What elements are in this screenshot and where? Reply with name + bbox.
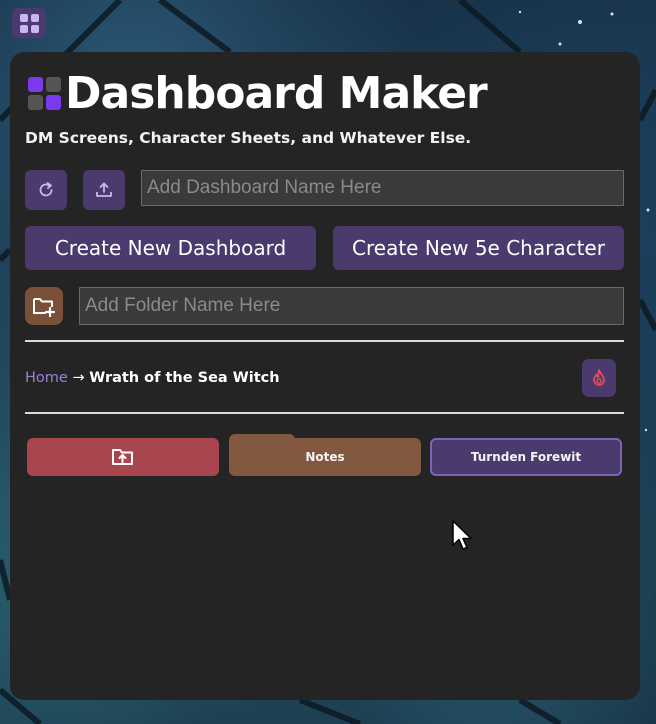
folder-name-input[interactable] (79, 287, 624, 325)
dashboard-label: Turnden Forewit (470, 450, 582, 464)
refresh-icon (39, 182, 53, 197)
parent-folder-button[interactable] (27, 438, 219, 476)
upload-button[interactable] (83, 170, 125, 210)
breadcrumb-home-link[interactable]: Home (25, 370, 68, 386)
divider-top (25, 340, 624, 342)
divider-bottom (25, 412, 624, 414)
folder-up-icon (112, 449, 133, 465)
campaign-action-button[interactable] (582, 359, 616, 397)
folder-label: Notes (305, 450, 345, 464)
logo-icon (28, 77, 61, 110)
folder-item[interactable]: Notes (229, 434, 421, 476)
header: Dashboard Maker (28, 68, 488, 119)
dashboard-name-input[interactable] (141, 170, 624, 206)
breadcrumb-separator: → (72, 370, 85, 386)
main-panel: Dashboard Maker DM Screens, Character Sh… (10, 52, 640, 700)
add-folder-button[interactable] (25, 287, 63, 325)
refresh-button[interactable] (25, 170, 67, 210)
create-dashboard-button[interactable]: Create New Dashboard (25, 226, 316, 270)
page-subtitle: DM Screens, Character Sheets, and Whatev… (25, 129, 472, 147)
breadcrumb: Home → Wrath of the Sea Witch (25, 370, 280, 386)
upload-icon (96, 182, 112, 197)
create-character-button[interactable]: Create New 5e Character (333, 226, 624, 270)
app-menu-button[interactable] (12, 8, 46, 38)
add-folder-icon (33, 298, 56, 317)
dashboard-grid-icon (19, 13, 39, 33)
page-title: Dashboard Maker (65, 68, 488, 119)
dashboard-item[interactable]: Turnden Forewit (430, 438, 622, 476)
breadcrumb-current: Wrath of the Sea Witch (89, 370, 280, 386)
fire-icon (593, 369, 605, 386)
mouse-cursor-icon (452, 520, 472, 550)
